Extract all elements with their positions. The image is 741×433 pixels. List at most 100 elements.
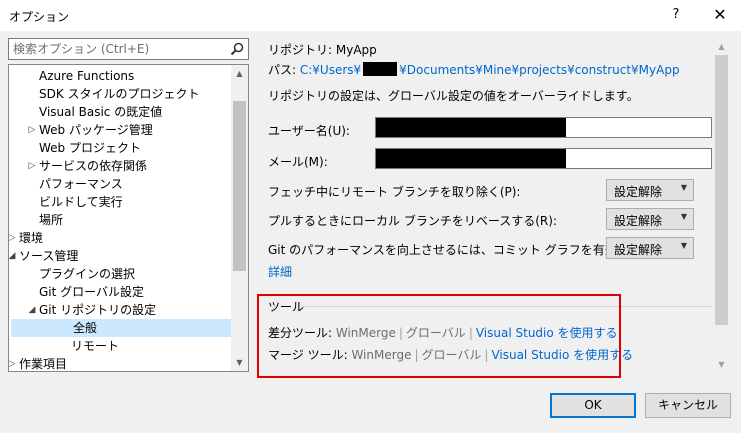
tree-item-label: 場所 <box>39 213 64 227</box>
merge-tool-name: WinMerge <box>351 348 412 362</box>
scroll-down-icon[interactable]: ▼ <box>231 354 248 371</box>
email-field[interactable] <box>375 148 712 169</box>
user-name-label: ユーザー名(U): <box>268 124 350 138</box>
expand-arrow-icon[interactable]: ▷ <box>9 355 17 371</box>
details-link[interactable]: 詳細 <box>268 263 292 280</box>
chevron-down-icon: ▼ <box>680 183 687 192</box>
tree-item-label: 作業項目 <box>19 357 68 371</box>
tree-item-label: SDK スタイルのプロジェクト <box>39 87 200 101</box>
tree-item-label: 全般 <box>73 321 98 335</box>
tree-item[interactable]: ◢ Git リポジトリの設定 <box>9 301 232 319</box>
pull-rebase-label: プルするときにローカル ブランチをリベースする(R): <box>268 214 557 228</box>
merge-tool-label: マージ ツール: <box>268 348 348 362</box>
tree-item-label: Visual Basic の既定値 <box>39 105 163 119</box>
settings-scrollbar-thumb[interactable] <box>715 55 728 325</box>
fetch-prune-label: フェッチ中にリモート ブランチを取り除く(P): <box>268 185 521 199</box>
search-icon[interactable] <box>229 41 245 57</box>
dropdown-value: 設定解除 <box>614 214 663 228</box>
tree-item-label: Web パッケージ管理 <box>39 123 153 137</box>
scroll-down-icon[interactable]: ▼ <box>713 356 730 373</box>
merge-use-visual-studio-link[interactable]: Visual Studio を使用する <box>491 348 633 362</box>
cancel-button[interactable]: キャンセル <box>645 393 731 418</box>
tree-item-label: ビルドして実行 <box>39 195 123 209</box>
merge-tool-row: マージ ツール: WinMerge | グローバル | Visual Studio を使… <box>268 346 633 363</box>
tree-item[interactable]: ▷ 作業項目 <box>9 355 232 371</box>
tree-item-label: リモート <box>71 339 120 353</box>
user-name-field[interactable] <box>375 117 712 138</box>
tree-item[interactable]: ビルドして実行 <box>9 193 232 211</box>
close-button[interactable]: ✕ <box>708 3 732 27</box>
diff-use-visual-studio-link[interactable]: Visual Studio を使用する <box>476 326 618 340</box>
divider: | <box>468 326 473 340</box>
tree-item[interactable]: ▷ サービスの依存関係 <box>9 157 232 175</box>
tree-item-label: ソース管理 <box>19 249 79 263</box>
pull-rebase-dropdown[interactable]: 設定解除 ▼ <box>606 208 694 230</box>
override-note: リポジトリの設定は、グローバル設定の値をオーバーライドします。 <box>268 89 639 103</box>
tree-item-label: パフォーマンス <box>39 177 123 191</box>
collapse-arrow-icon[interactable]: ◢ <box>27 301 37 319</box>
tree-item[interactable]: ▷ 環境 <box>9 229 232 247</box>
dropdown-value: 設定解除 <box>614 243 663 257</box>
options-search-input[interactable] <box>13 41 223 57</box>
ok-button[interactable]: OK <box>550 393 636 418</box>
settings-scrollbar[interactable]: ▲ ▼ <box>713 38 730 376</box>
tree-item[interactable]: ◢ ソース管理 <box>9 247 232 265</box>
redacted-username <box>363 62 398 76</box>
tree-item[interactable]: Git グローバル設定 <box>9 283 232 301</box>
redacted-value <box>376 118 566 137</box>
options-tree: Azure Functions SDK スタイルのプロジェクト Visual Bas… <box>8 64 249 372</box>
chevron-down-icon: ▼ <box>680 212 687 221</box>
diff-tool-row: 差分ツール: WinMerge | グローバル | Visual Studio を使用す… <box>268 324 618 341</box>
repository-path-link[interactable]: C:¥Users¥ ¥Documents¥Mine¥projects¥constr… <box>300 62 680 77</box>
tree-item[interactable]: Web プロジェクト <box>9 139 232 157</box>
tree-scrollbar[interactable]: ▲ ▼ <box>231 65 248 371</box>
tree-item[interactable]: プラグインの選択 <box>9 265 232 283</box>
merge-tool-scope: グローバル <box>421 348 482 362</box>
diff-tool-scope: グローバル <box>405 326 466 340</box>
repository-title: リポジトリ: MyApp <box>268 43 377 57</box>
tree-item[interactable]: ▷ Web パッケージ管理 <box>9 121 232 139</box>
tree-item[interactable]: Visual Basic の既定値 <box>9 103 232 121</box>
diff-tool-name: WinMerge <box>335 326 396 340</box>
tree-item-label: 環境 <box>19 231 44 245</box>
fetch-prune-dropdown[interactable]: 設定解除 ▼ <box>606 179 694 201</box>
collapse-arrow-icon[interactable]: ◢ <box>9 247 17 265</box>
tools-section-label: ツール <box>268 300 305 314</box>
dropdown-value: 設定解除 <box>614 185 663 199</box>
window-title: オプション <box>9 10 70 24</box>
tree-item[interactable]: Azure Functions <box>9 67 232 85</box>
tree-scrollbar-thumb[interactable] <box>233 101 246 271</box>
tree-item[interactable]: リモート <box>9 337 232 355</box>
redacted-value <box>376 149 566 168</box>
path-label: パス: <box>268 63 297 77</box>
commit-graph-dropdown[interactable]: 設定解除 ▼ <box>606 237 694 259</box>
divider: | <box>484 348 489 362</box>
tree-item[interactable]: 全般 <box>11 319 232 337</box>
divider: | <box>398 326 403 340</box>
expand-arrow-icon[interactable]: ▷ <box>9 229 17 247</box>
scroll-up-icon[interactable]: ▲ <box>231 65 248 82</box>
email-label: メール(M): <box>268 155 328 169</box>
scroll-up-icon[interactable]: ▲ <box>713 38 730 55</box>
tree-item-label: Git リポジトリの設定 <box>39 303 157 317</box>
tree-item[interactable]: パフォーマンス <box>9 175 232 193</box>
options-search-box <box>8 38 249 60</box>
repository-path: パス: C:¥Users¥ ¥Documents¥Mine¥projects¥co… <box>268 61 680 78</box>
tree-item-label: Git グローバル設定 <box>39 285 145 299</box>
expand-arrow-icon[interactable]: ▷ <box>27 157 37 175</box>
expand-arrow-icon[interactable]: ▷ <box>27 121 37 139</box>
tree-item[interactable]: 場所 <box>9 211 232 229</box>
chevron-down-icon: ▼ <box>680 241 687 250</box>
tree-item-label: Azure Functions <box>39 69 135 83</box>
tree-item-label: Web プロジェクト <box>39 141 141 155</box>
diff-tool-label: 差分ツール: <box>268 326 333 340</box>
path-suffix[interactable]: ¥Documents¥Mine¥projects¥construct¥MyApp <box>399 63 679 77</box>
tree-item[interactable]: SDK スタイルのプロジェクト <box>9 85 232 103</box>
tree-item-label: プラグインの選択 <box>39 267 136 281</box>
divider: | <box>414 348 419 362</box>
tools-divider <box>302 306 712 307</box>
help-button[interactable]: ? <box>664 3 688 27</box>
path-prefix[interactable]: C:¥Users¥ <box>300 63 361 77</box>
tree-item-label: サービスの依存関係 <box>39 159 148 173</box>
title-bar: オプション ? ✕ <box>0 0 741 31</box>
